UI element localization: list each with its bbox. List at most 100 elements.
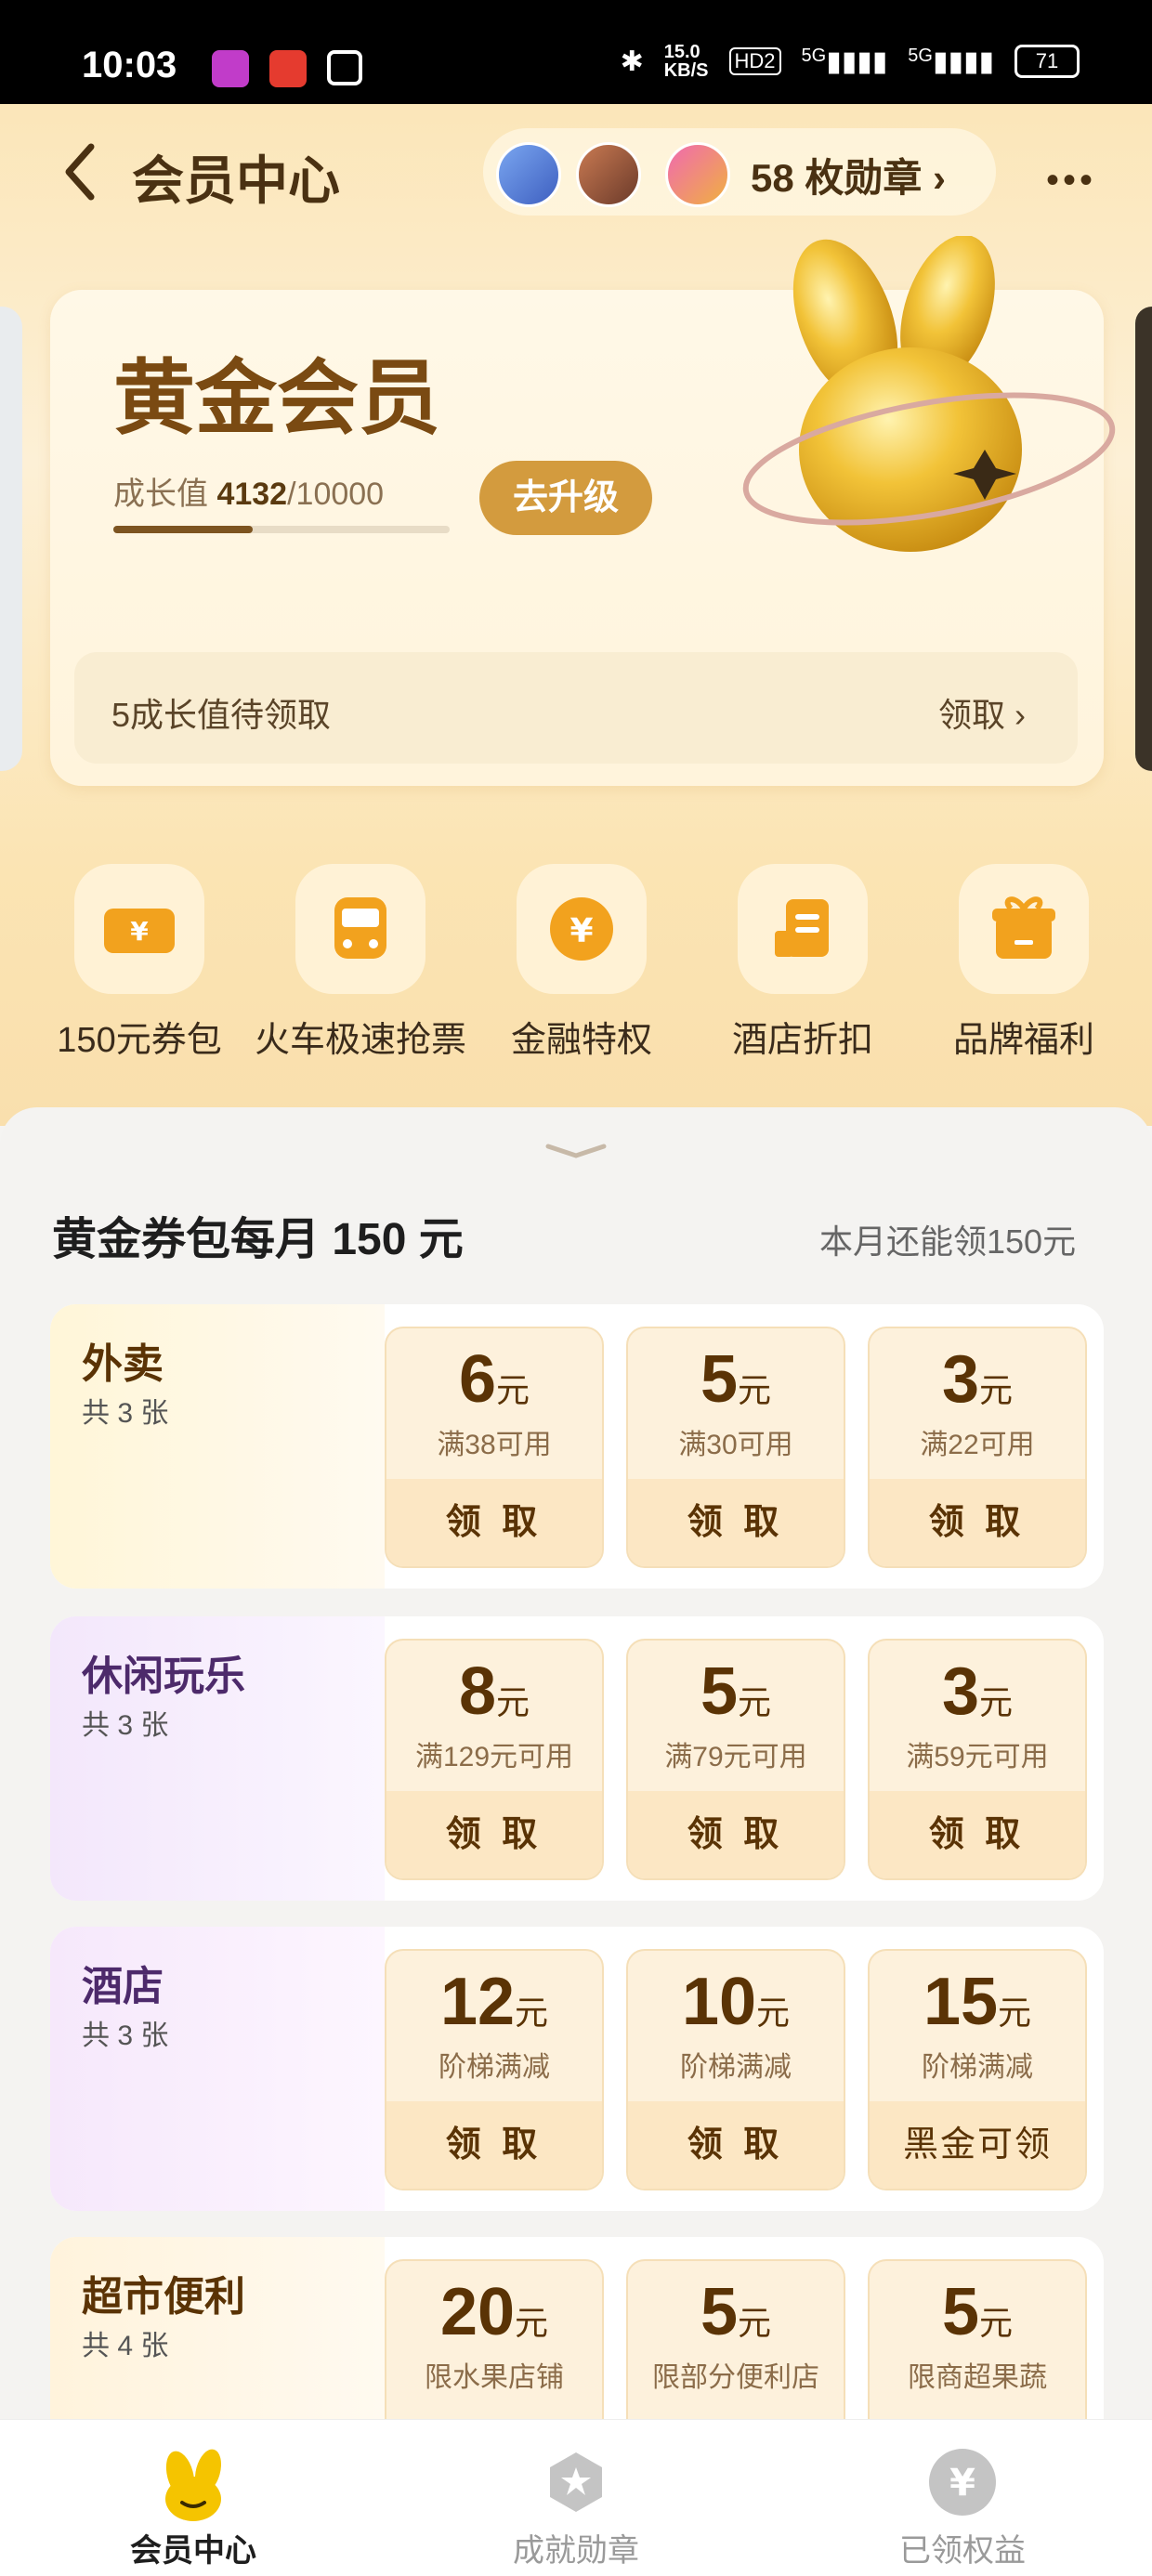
coin-yen-icon: ¥ bbox=[550, 897, 613, 961]
signal-icon: 5G▮▮▮▮ bbox=[801, 45, 888, 77]
tab-member-center[interactable]: 会员中心 bbox=[54, 2525, 333, 2570]
coupon-condition: 满22可用 bbox=[920, 1430, 1035, 1460]
category-count: 共 4 张 bbox=[82, 2331, 169, 2361]
back-arrow-icon[interactable] bbox=[59, 139, 100, 204]
coupon-amount: 3元 bbox=[870, 1341, 1085, 1418]
sync-app-icon bbox=[327, 50, 362, 85]
svg-text:¥: ¥ bbox=[569, 912, 593, 950]
category-name: 酒店 bbox=[82, 1964, 164, 2009]
shortcut-ticket-yen-button[interactable]: ¥ bbox=[74, 864, 204, 994]
coupon-category-row: 休闲玩乐共 3 张 8元 满129元可用领 取 5元 满79元可用领 取 3元 满59元可用… bbox=[50, 1616, 1104, 1901]
category-count: 共 3 张 bbox=[82, 1710, 169, 1741]
achievement-medal-tab-icon[interactable] bbox=[543, 2449, 609, 2516]
shortcut-hotel-button[interactable] bbox=[738, 864, 868, 994]
claim-coupon-button[interactable]: 领 取 bbox=[628, 1479, 844, 1566]
coupon-card[interactable]: 3元满22可用领 取 bbox=[868, 1327, 1087, 1568]
claim-coupon-button[interactable]: 黑金可领 bbox=[870, 2101, 1085, 2189]
signal-icon: 5G▮▮▮▮ bbox=[908, 45, 994, 77]
coupon-amount-value: 20 bbox=[439, 2275, 516, 2349]
coupon-card[interactable]: 15元 阶梯满减 黑金可领 bbox=[868, 1949, 1087, 2190]
gift-icon bbox=[992, 896, 1055, 959]
coupon-amount-value: 6 bbox=[458, 1342, 497, 1417]
coupon-condition: 阶梯满减 bbox=[439, 2052, 550, 2083]
coupon-amount-unit: 元 bbox=[738, 2304, 772, 2342]
coupon-amount: 5元 bbox=[628, 2274, 844, 2350]
coupon-condition: 满129元可用 bbox=[414, 1742, 574, 1772]
coupon-card[interactable]: 8元满129元可用领 取 bbox=[385, 1639, 604, 1880]
ticket-yen-icon: ¥ bbox=[104, 909, 175, 953]
coupon-amount-unit: 元 bbox=[979, 1683, 1014, 1721]
coupon-card[interactable]: 6元 满38可用领 取 bbox=[385, 1327, 604, 1568]
more-options-icon[interactable]: ••• bbox=[1046, 160, 1096, 202]
shortcut-train-button[interactable] bbox=[295, 864, 425, 994]
claim-coupon-button[interactable]: 领 取 bbox=[870, 1479, 1085, 1566]
shortcut-label[interactable]: 火车极速抢票 bbox=[249, 1011, 472, 1062]
coupon-card[interactable]: 5元满30可用领 取 bbox=[626, 1327, 845, 1568]
claim-coupon-button[interactable]: 领 取 bbox=[870, 1791, 1085, 1878]
coupon-condition: 满30可用 bbox=[678, 1430, 793, 1460]
category-count: 共 3 张 bbox=[82, 1398, 169, 1429]
previous-card-peek[interactable] bbox=[0, 307, 22, 771]
claim-coupon-button[interactable]: 领 取 bbox=[628, 2101, 844, 2189]
coupon-amount-unit: 元 bbox=[979, 1371, 1014, 1409]
coupon-amount-value: 3 bbox=[941, 1654, 980, 1729]
category-name: 休闲玩乐 bbox=[82, 1654, 245, 1699]
growth-progress-bar bbox=[113, 526, 450, 533]
next-card-peek[interactable] bbox=[1135, 307, 1152, 771]
coupon-condition: 限部分便利店 bbox=[652, 2362, 819, 2393]
hotel-icon bbox=[775, 899, 829, 957]
medal-icon bbox=[496, 142, 561, 207]
coupon-amount: 5元 bbox=[628, 1341, 844, 1418]
coupon-amount-unit: 元 bbox=[515, 1994, 549, 2032]
coupon-amount-value: 10 bbox=[681, 1965, 757, 2039]
tab-claimed-benefits[interactable]: 已领权益 bbox=[823, 2525, 1102, 2570]
hd-badge: HD2 bbox=[728, 47, 781, 75]
growth-progress-fill bbox=[113, 526, 253, 533]
weshop-app-icon bbox=[212, 50, 249, 87]
coupon-remaining: 本月还能领150元 bbox=[819, 1223, 1077, 1261]
claim-coupon-button[interactable]: 领 取 bbox=[386, 1791, 602, 1878]
claimed-benefits-tab-icon[interactable]: ¥ bbox=[927, 2447, 998, 2517]
svg-text:¥: ¥ bbox=[130, 916, 149, 947]
coupon-card[interactable]: 12元 阶梯满减领 取 bbox=[385, 1949, 604, 2190]
claim-coupon-button[interactable]: 领 取 bbox=[386, 1479, 602, 1566]
coupon-card[interactable]: 5元 满79元可用领 取 bbox=[626, 1639, 845, 1880]
shortcut-coin-yen-button[interactable]: ¥ bbox=[517, 864, 647, 994]
red-app-icon bbox=[269, 50, 307, 87]
page-title: 会员中心 bbox=[132, 151, 340, 210]
claim-coupon-button[interactable]: 领 取 bbox=[386, 2101, 602, 2189]
shortcut-label[interactable]: 酒店折扣 bbox=[691, 1011, 914, 1062]
member-level: 黄金会员 bbox=[113, 352, 441, 444]
claim-growth-link[interactable]: 领取 › bbox=[938, 688, 1026, 737]
coupon-amount-value: 5 bbox=[700, 2275, 739, 2349]
coupon-amount: 5元 bbox=[628, 1654, 844, 1730]
coupon-amount-value: 5 bbox=[700, 1654, 739, 1729]
shortcut-label[interactable]: 金融特权 bbox=[470, 1011, 693, 1062]
status-bar: 10:03 ✱ 15.0 KB/S HD2 5G▮▮▮▮ 5G▮▮▮▮ 71 bbox=[0, 0, 1152, 104]
category-name: 超市便利 bbox=[82, 2274, 245, 2320]
shortcut-label[interactable]: 品牌福利 bbox=[912, 1011, 1135, 1062]
net-speed: 15.0 KB/S bbox=[663, 42, 709, 81]
shortcut-gift-button[interactable] bbox=[959, 864, 1089, 994]
medal-icon bbox=[665, 142, 730, 207]
claim-coupon-button[interactable]: 领 取 bbox=[628, 1791, 844, 1878]
tab-achievement-medals[interactable]: 成就勋章 bbox=[437, 2525, 715, 2570]
coupon-category-row: 外卖共 3 张 6元 满38可用领 取 5元 满30可用领 取 3元 满22可用领 取 bbox=[50, 1304, 1104, 1589]
chevron-down-icon[interactable] bbox=[544, 1143, 608, 1161]
shortcut-label[interactable]: 150元券包 bbox=[28, 1011, 251, 1062]
coupon-amount: 3元 bbox=[870, 1654, 1085, 1730]
member-center-tab-icon[interactable] bbox=[160, 2449, 227, 2523]
svg-text:¥: ¥ bbox=[949, 2462, 975, 2504]
coupon-amount-unit: 元 bbox=[738, 1683, 772, 1721]
coupon-amount: 10元 bbox=[628, 1964, 844, 2040]
bluetooth-icon: ✱ bbox=[620, 46, 644, 77]
coupon-card[interactable]: 3元 满59元可用领 取 bbox=[868, 1639, 1087, 1880]
coupon-condition: 限商超果蔬 bbox=[908, 2362, 1047, 2393]
upgrade-button[interactable]: 去升级 bbox=[479, 461, 652, 535]
coupon-condition: 限水果店铺 bbox=[425, 2362, 564, 2393]
coupon-section-title: 黄金券包每月 150 元 bbox=[52, 1215, 464, 1264]
coupon-amount: 8元 bbox=[386, 1654, 602, 1730]
gold-rabbit-mascot-icon bbox=[742, 236, 1116, 552]
coupon-card[interactable]: 10元 阶梯满减领 取 bbox=[626, 1949, 845, 2190]
growth-value: 成长值 4132/10000 bbox=[113, 477, 385, 512]
